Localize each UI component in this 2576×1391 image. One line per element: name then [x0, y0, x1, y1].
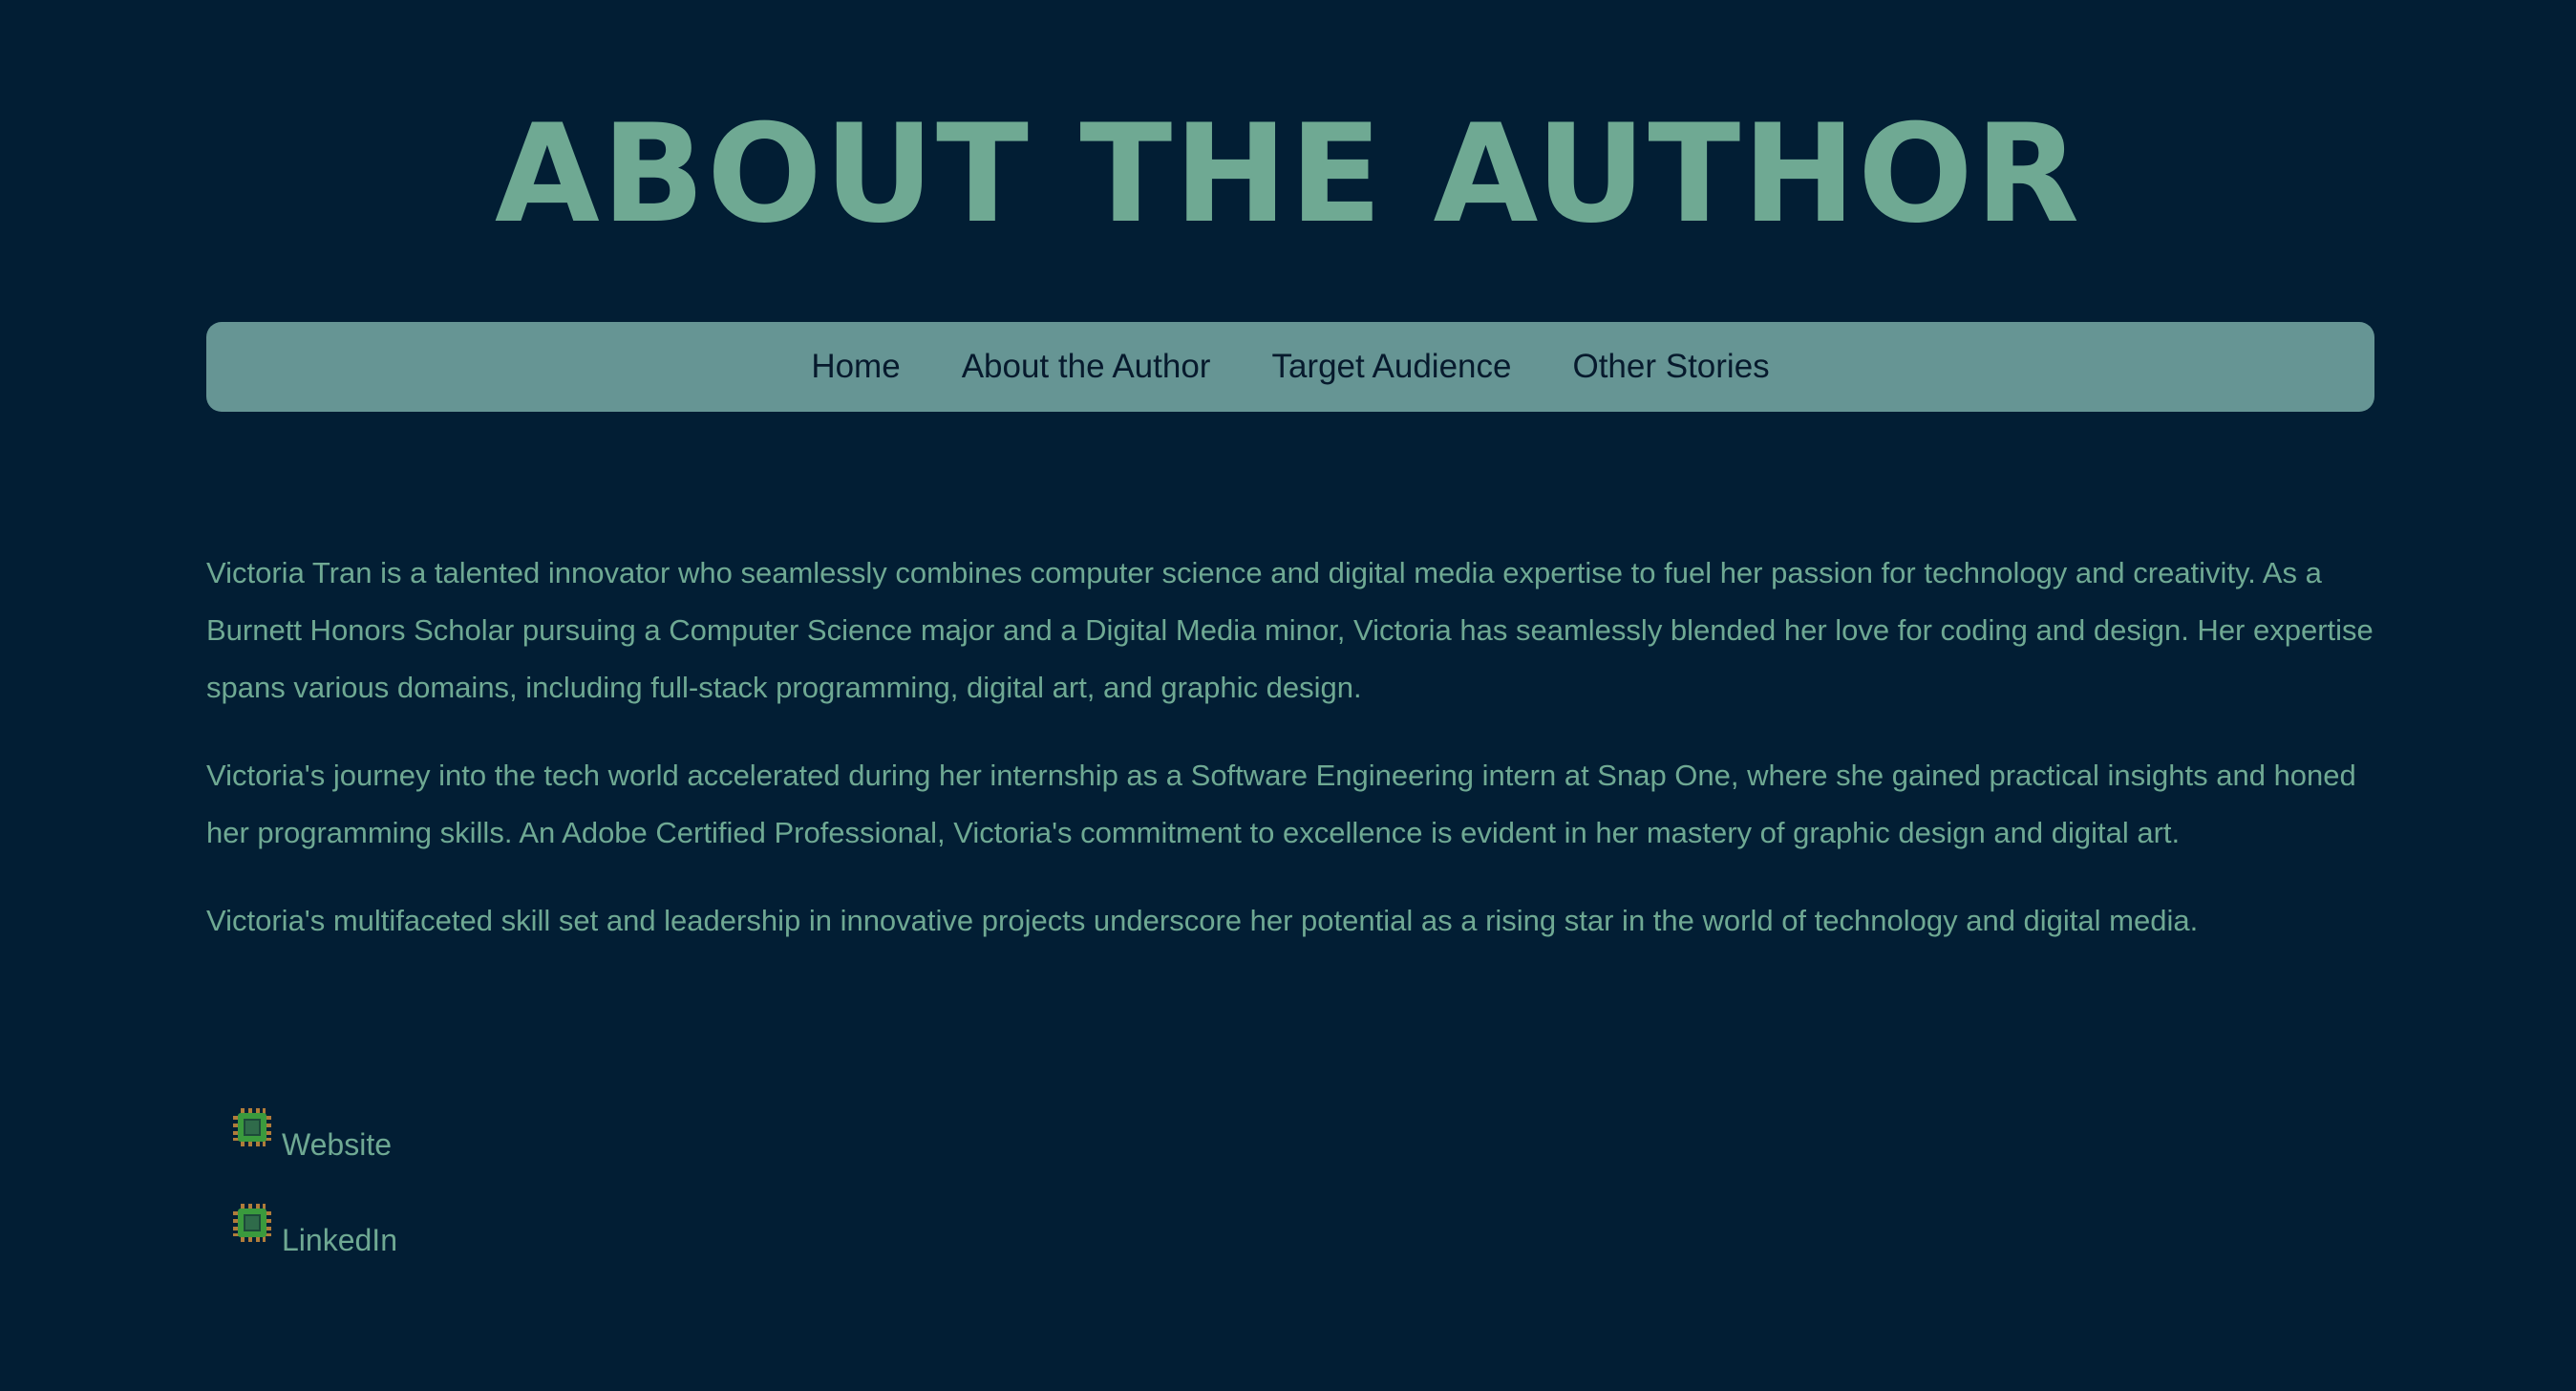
microchip-icon	[231, 1202, 273, 1244]
linkedin-link-label: LinkedIn	[282, 1222, 397, 1257]
website-link-label: Website	[282, 1126, 393, 1162]
nav-link-other-stories[interactable]: Other Stories	[1572, 348, 1769, 386]
nav-link-target-audience[interactable]: Target Audience	[1271, 348, 1511, 386]
linkedin-link[interactable]: LinkedIn	[231, 1204, 397, 1257]
main-navbar: Home About the Author Target Audience Ot…	[206, 322, 2374, 412]
bio-paragraph: Victoria Tran is a talented innovator wh…	[206, 556, 2374, 704]
website-link[interactable]: Website	[231, 1108, 397, 1162]
bio-paragraph: Victoria's multifaceted skill set and le…	[206, 904, 2199, 937]
microchip-icon	[231, 1106, 273, 1148]
page-title: ABOUT THE AUTHOR	[494, 96, 2082, 253]
nav-link-about-the-author[interactable]: About the Author	[962, 348, 1211, 386]
nav-link-home[interactable]: Home	[811, 348, 900, 386]
author-bio: Victoria Tran is a talented innovator wh…	[206, 545, 2374, 980]
bio-paragraph: Victoria's journey into the tech world a…	[206, 759, 2356, 849]
external-links: Website LinkedIn	[231, 1108, 397, 1301]
